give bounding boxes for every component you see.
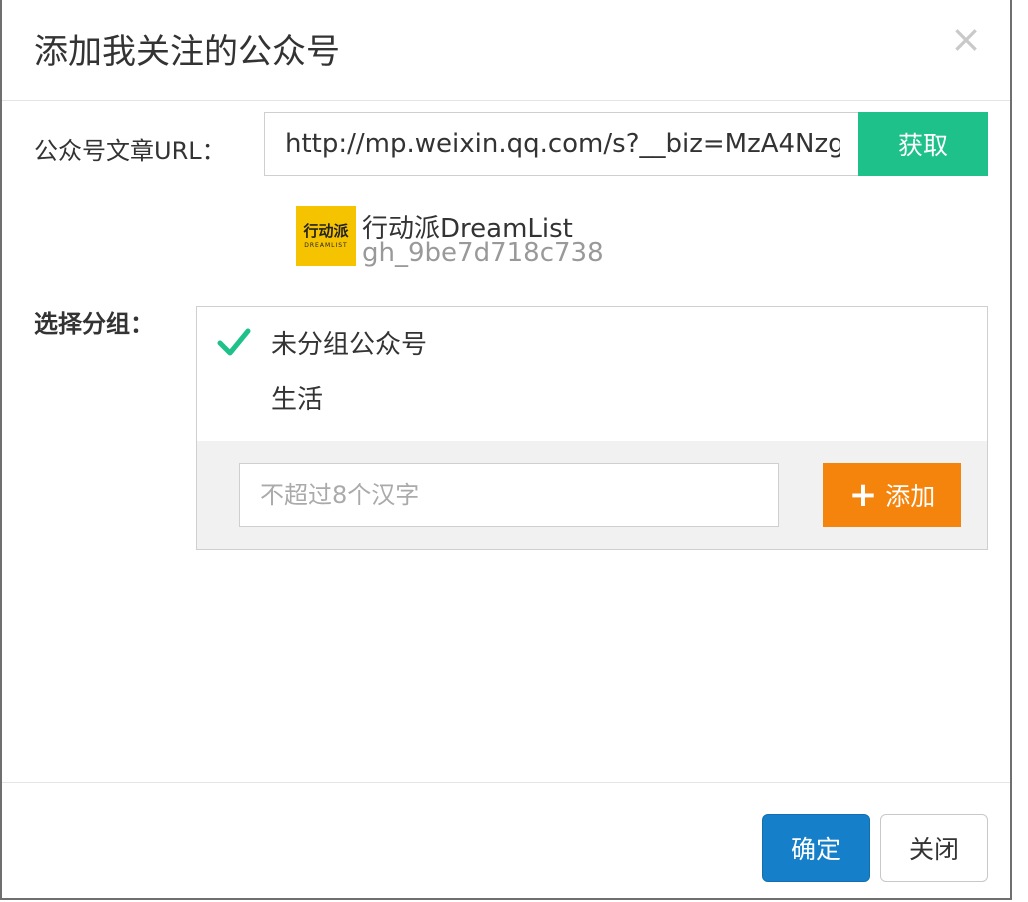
account-logo: 行动派 DREAMLIST [296,206,356,266]
article-url-input[interactable] [264,112,860,176]
account-logo-subtext: DREAMLIST [304,241,348,249]
account-id: gh_9be7d718c738 [362,238,604,268]
confirm-button[interactable]: 确定 [762,814,870,882]
group-label: 选择分组： [34,310,154,338]
plus-icon: + [848,475,878,515]
footer-divider [2,782,1010,783]
dialog-title: 添加我关注的公众号 [34,32,340,72]
new-group-bar: + 添加 [197,441,987,549]
group-item-ungrouped[interactable]: 未分组公众号 [271,324,427,361]
add-group-label: 添加 [885,482,936,511]
add-account-dialog: 添加我关注的公众号 × 公众号文章URL： 获取 行动派 DREAMLIST 行… [0,0,1012,900]
check-icon [217,328,251,356]
fetch-button[interactable]: 获取 [858,112,988,176]
group-item-life[interactable]: 生活 [271,379,323,416]
close-icon[interactable]: × [950,20,982,58]
close-button[interactable]: 关闭 [880,814,988,882]
group-list: 未分组公众号 生活 + 添加 [196,306,988,550]
url-label: 公众号文章URL： [34,137,226,165]
dialog-header: 添加我关注的公众号 × [2,0,1010,101]
account-logo-text: 行动派 [303,221,349,240]
add-group-button[interactable]: + 添加 [823,463,961,527]
new-group-input[interactable] [239,463,779,527]
